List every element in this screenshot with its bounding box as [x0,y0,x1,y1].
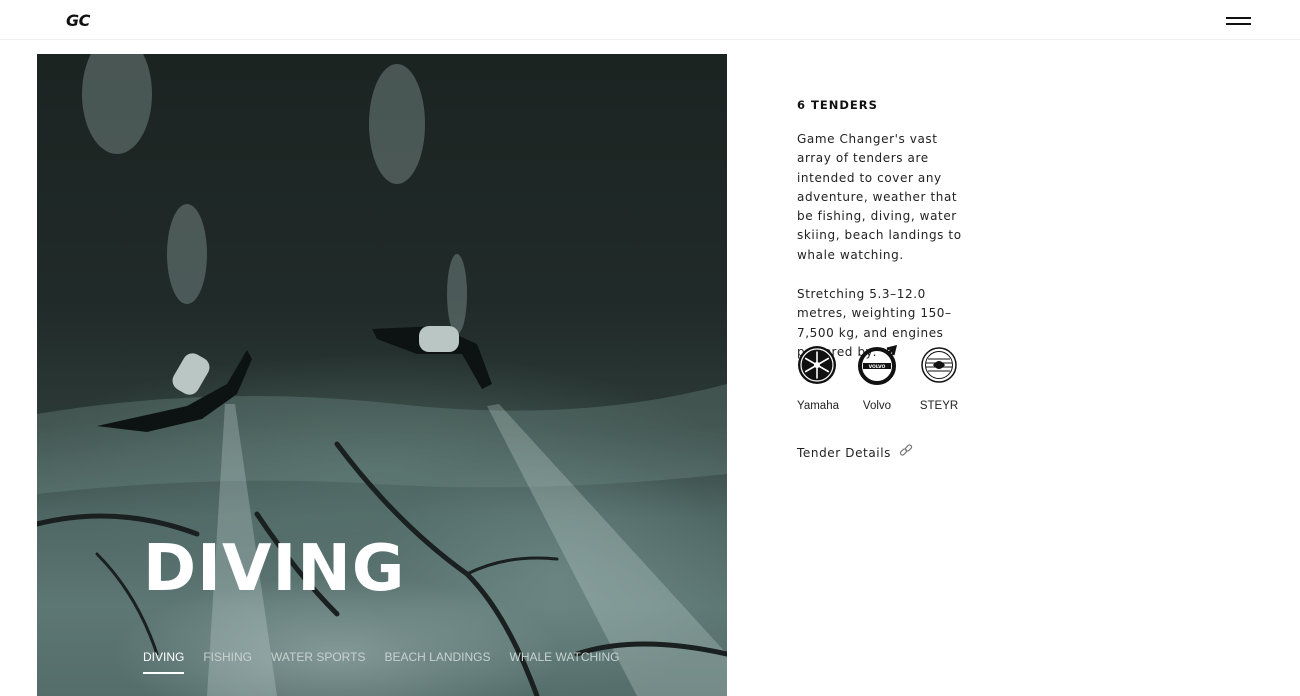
tab-diving[interactable]: DIVING [143,650,185,674]
yamaha-logo-icon [798,346,836,384]
engine-yamaha: Yamaha [797,345,839,412]
hero-title: DIVING [143,532,406,606]
menu-line [1226,23,1251,25]
activity-tabs: DIVING FISHING WATER SPORTS BEACH LANDIN… [143,650,639,674]
engine-volvo: VOLVO Volvo [857,344,898,412]
tender-details-link[interactable]: Tender Details [797,444,913,461]
hamburger-menu-icon[interactable] [1224,14,1254,28]
engine-brands: Yamaha VOLVO Volvo STEYR [797,344,977,415]
steyr-logo-icon [921,347,957,383]
tender-count: 6 TENDERS [797,98,878,112]
engine-label-steyr: STEYR [919,400,959,412]
gc-logo[interactable]: GC [66,11,90,30]
tender-description: Game Changer's vast array of tenders are… [797,132,962,262]
link-icon [899,444,913,461]
engine-steyr: STEYR [919,345,959,412]
tab-water-sports[interactable]: WATER SPORTS [271,650,365,674]
volvo-logo-icon: VOLVO [858,344,898,385]
hero-image-diving: DIVING DIVING FISHING WATER SPORTS BEACH… [37,54,727,696]
tab-fishing[interactable]: FISHING [203,650,252,674]
tender-info: 6 TENDERS Game Changer's vast array of t… [797,98,977,362]
menu-line [1226,17,1251,19]
tender-details-label: Tender Details [797,445,892,460]
engine-label-volvo: Volvo [862,400,892,412]
engine-label-yamaha: Yamaha [797,400,839,412]
tab-whale-watching[interactable]: WHALE WATCHING [510,650,620,674]
top-bar: GC [0,0,1300,40]
svg-text:VOLVO: VOLVO [869,364,886,370]
tab-beach-landings[interactable]: BEACH LANDINGS [384,650,490,674]
